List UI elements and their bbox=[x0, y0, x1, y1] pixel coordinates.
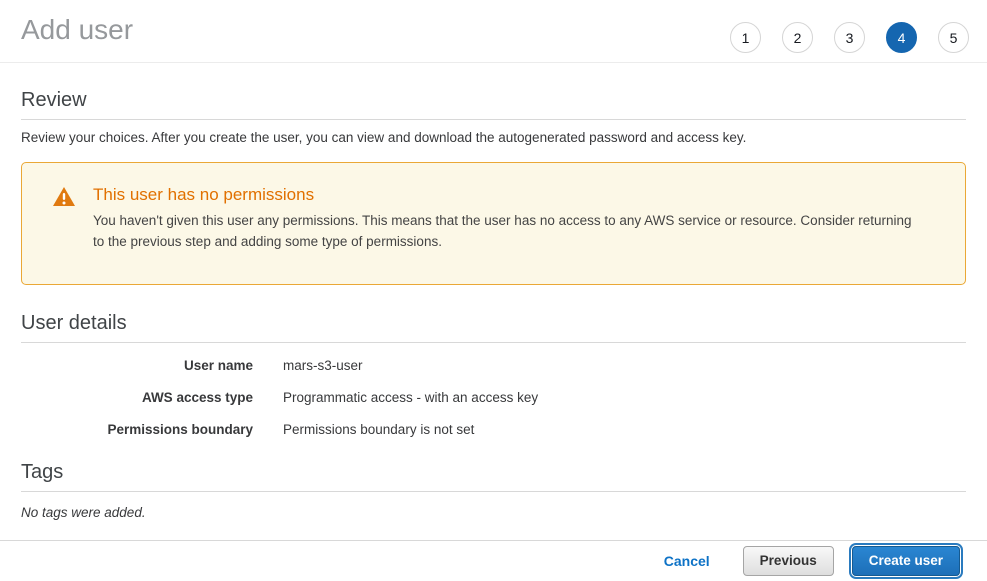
review-section-heading: Review bbox=[21, 89, 966, 120]
user-name-label: User name bbox=[21, 358, 253, 373]
permissions-boundary-label: Permissions boundary bbox=[21, 422, 253, 437]
previous-button[interactable]: Previous bbox=[743, 546, 834, 576]
wizard-footer: Cancel Previous Create user bbox=[0, 540, 987, 581]
step-3: 3 bbox=[834, 22, 865, 53]
user-name-value: mars-s3-user bbox=[283, 358, 363, 373]
cancel-button[interactable]: Cancel bbox=[664, 553, 710, 569]
permissions-boundary-value: Permissions boundary is not set bbox=[283, 422, 474, 437]
no-permissions-warning: This user has no permissions You haven't… bbox=[21, 162, 966, 285]
wizard-header: Add user 1 2 3 4 5 bbox=[0, 0, 987, 63]
step-indicator: 1 2 3 4 5 bbox=[730, 22, 969, 53]
table-row: AWS access type Programmatic access - wi… bbox=[21, 390, 966, 405]
user-details-section-heading: User details bbox=[21, 312, 966, 343]
warning-triangle-icon bbox=[53, 187, 75, 206]
warning-title: This user has no permissions bbox=[93, 185, 925, 205]
wizard-content: Review Review your choices. After you cr… bbox=[0, 89, 987, 520]
create-user-button[interactable]: Create user bbox=[852, 546, 960, 576]
access-type-label: AWS access type bbox=[21, 390, 253, 405]
access-type-value: Programmatic access - with an access key bbox=[283, 390, 538, 405]
tags-section-heading: Tags bbox=[21, 461, 966, 492]
table-row: Permissions boundary Permissions boundar… bbox=[21, 422, 966, 437]
page-title: Add user bbox=[21, 14, 133, 46]
step-4-active: 4 bbox=[886, 22, 917, 53]
tags-empty-message: No tags were added. bbox=[21, 505, 966, 520]
user-details-rows: User name mars-s3-user AWS access type P… bbox=[21, 358, 966, 437]
warning-body: You haven't given this user any permissi… bbox=[93, 210, 925, 252]
step-5: 5 bbox=[938, 22, 969, 53]
step-1: 1 bbox=[730, 22, 761, 53]
step-2: 2 bbox=[782, 22, 813, 53]
table-row: User name mars-s3-user bbox=[21, 358, 966, 373]
review-description: Review your choices. After you create th… bbox=[21, 130, 966, 145]
